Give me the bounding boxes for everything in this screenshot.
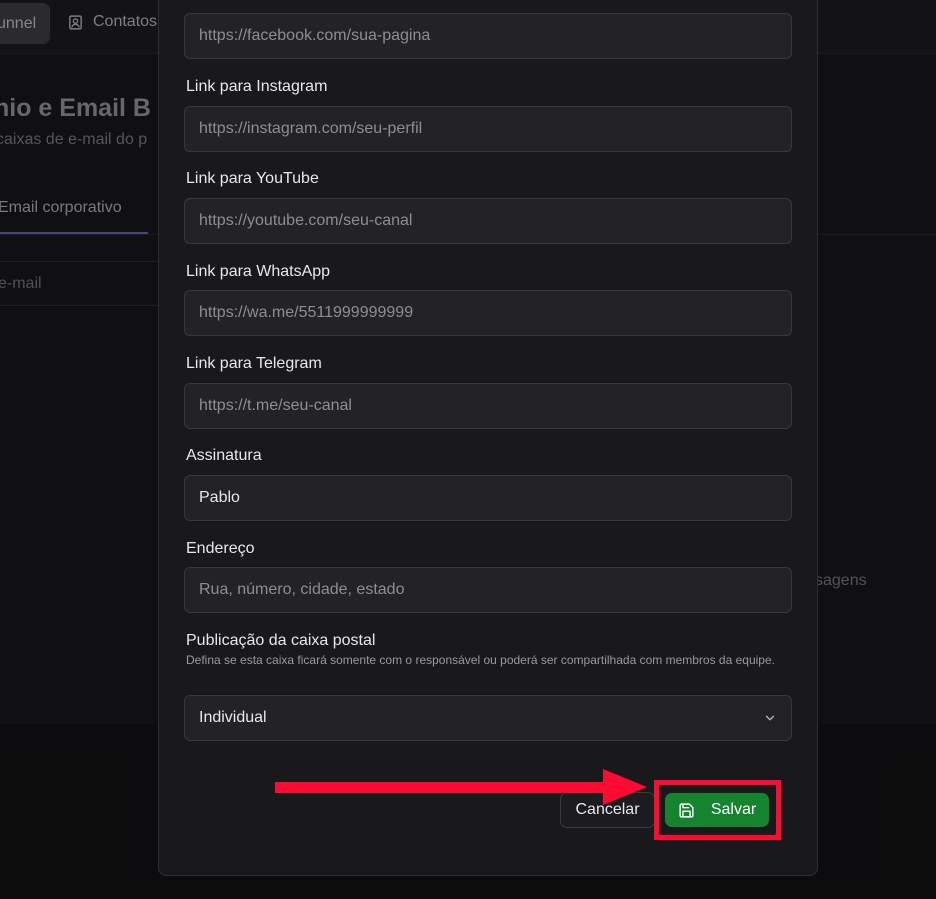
youtube-link-label: Link para YouTube — [186, 170, 319, 187]
annotation-arrow-shaft — [275, 782, 615, 793]
whatsapp-link-input[interactable] — [184, 290, 792, 336]
facebook-link-input[interactable] — [184, 13, 792, 59]
mailbox-publication-label: Publicação da caixa postal — [186, 632, 376, 649]
mailbox-publication-help: Defina se esta caixa ficará somente com … — [186, 653, 775, 667]
address-label: Endereço — [186, 540, 255, 557]
signature-label: Assinatura — [186, 447, 262, 464]
telegram-link-label: Link para Telegram — [186, 355, 322, 372]
mailbox-publication-selected: Individual — [199, 709, 267, 726]
address-input[interactable] — [184, 567, 792, 613]
annotation-highlight-box — [654, 780, 781, 840]
youtube-link-input[interactable] — [184, 198, 792, 244]
telegram-link-input[interactable] — [184, 383, 792, 429]
mailbox-publication-select[interactable]: Individual — [184, 695, 792, 741]
instagram-link-label: Link para Instagram — [186, 78, 328, 95]
whatsapp-link-label: Link para WhatsApp — [186, 263, 331, 280]
signature-input[interactable] — [184, 475, 792, 521]
chevron-down-icon — [765, 715, 775, 721]
mailbox-settings-modal: Link para Instagram Link para YouTube Li… — [158, 0, 818, 876]
instagram-link-input[interactable] — [184, 106, 792, 152]
annotation-arrow-head — [603, 769, 647, 805]
